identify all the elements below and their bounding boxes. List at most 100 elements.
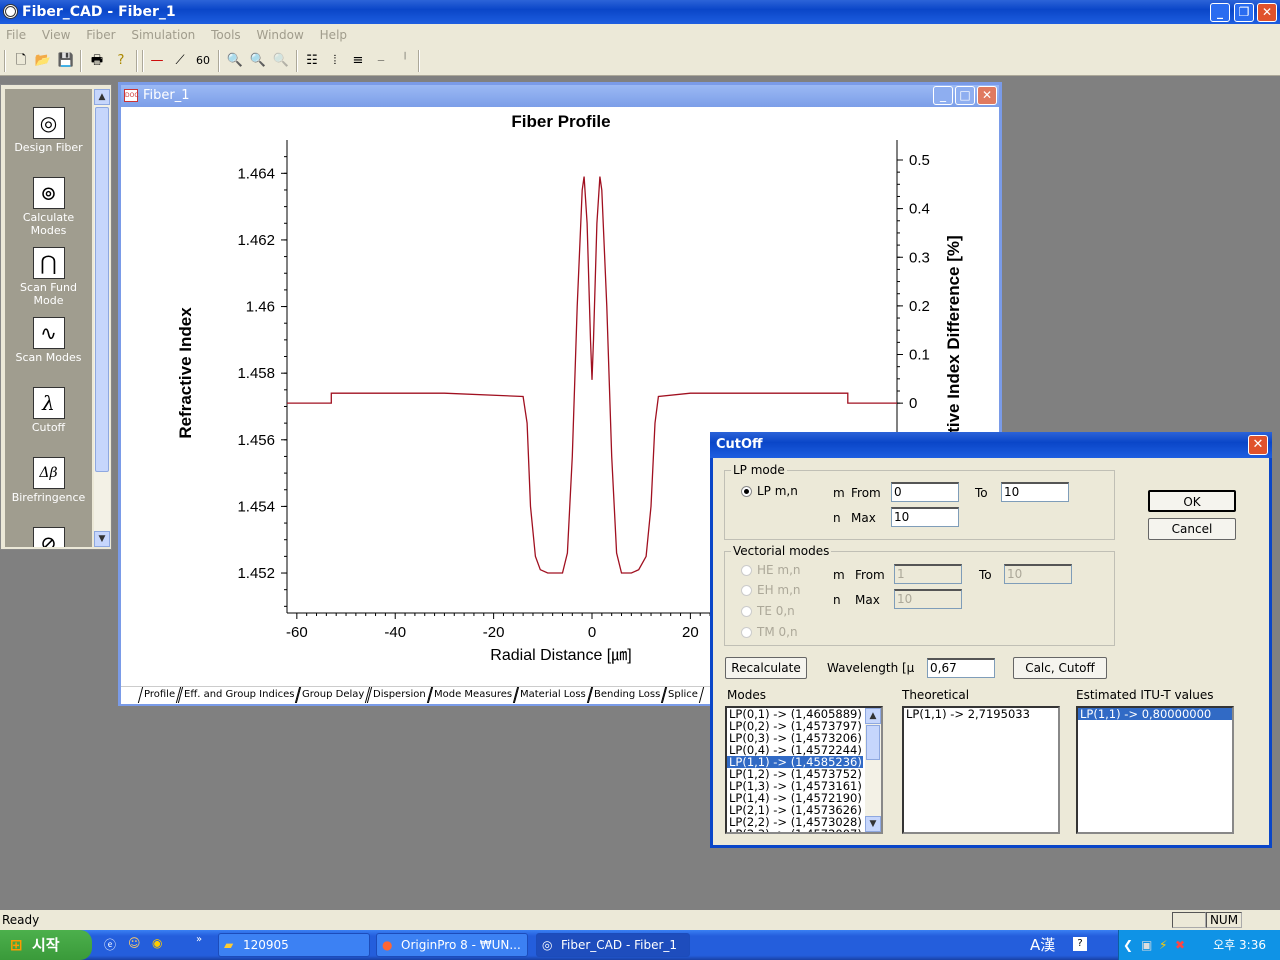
x-tick-label: -60	[286, 624, 308, 641]
lp-to-input[interactable]: 10	[1001, 482, 1069, 502]
messenger-icon[interactable]: ☺	[128, 936, 141, 950]
eh-mn-radio[interactable]	[741, 585, 752, 596]
itu-list[interactable]: LP(1,1) -> 0,80000000	[1076, 706, 1234, 834]
sidebar-item-scan-modes[interactable]: ∿ Scan Modes	[5, 317, 92, 364]
ime-help-icon[interactable]: ?	[1073, 937, 1087, 951]
save-icon[interactable]: 💾	[57, 52, 75, 70]
ie-icon[interactable]: ⓔ	[104, 936, 116, 953]
menu-simulation[interactable]: Simulation	[131, 28, 195, 42]
glasses-icon[interactable]: 60	[194, 52, 212, 70]
te-0n-radio[interactable]	[741, 606, 752, 617]
vec-from-input[interactable]: 1	[894, 564, 962, 584]
list-item[interactable]: LP(1,1) -> 2,7195033	[904, 708, 1058, 720]
vec-max-input[interactable]: 10	[894, 589, 962, 609]
scroll-up-icon[interactable]: ▲	[94, 89, 110, 105]
sidebar-item-birefringence[interactable]: Δβ Birefringence	[5, 457, 92, 504]
sidebar-item-cutoff[interactable]: λ Cutoff	[5, 387, 92, 434]
marker-icon[interactable]: ╵	[396, 52, 414, 70]
tab-dispersion[interactable]: Dispersion	[366, 687, 432, 703]
he-mn-label: HE m,n	[757, 563, 801, 577]
security-icon[interactable]: ✖	[1175, 930, 1185, 960]
tray-app-icon[interactable]: ⚡	[1159, 930, 1167, 960]
doc-minimize-button[interactable]: _	[933, 86, 953, 105]
line-style-icon[interactable]: ⎯	[372, 52, 390, 70]
calc-cutoff-button[interactable]: Calc, Cutoff	[1013, 657, 1107, 679]
vec-to-input[interactable]: 10	[1004, 564, 1072, 584]
list-item[interactable]: LP(2,3) -> (1,4572007)	[727, 828, 881, 832]
doc-maximize-button[interactable]: □	[955, 86, 975, 105]
y2-tick-label: 0	[909, 395, 917, 412]
line-icon[interactable]: —	[148, 52, 166, 70]
sidebar-item-calculate-modes[interactable]: ⊚ Calculate Modes	[5, 177, 92, 237]
app-titlebar: Fiber_CAD - Fiber_1 _ ❐ ✕	[0, 0, 1280, 24]
task-fibercad[interactable]: ◎ Fiber_CAD - Fiber_1	[536, 933, 690, 957]
menu-file[interactable]: File	[6, 28, 26, 42]
scroll-thumb[interactable]	[866, 725, 880, 760]
zoom-in-icon[interactable]: 🔍	[226, 52, 244, 70]
network-icon[interactable]: ▣	[1141, 930, 1152, 960]
tm-0n-radio[interactable]	[741, 627, 752, 638]
restore-button[interactable]: ❐	[1234, 3, 1254, 22]
menu-tools[interactable]: Tools	[211, 28, 241, 42]
modes-list[interactable]: LP(0,1) -> (1,4605889) LP(0,2) -> (1,4573…	[725, 706, 883, 834]
menu-view[interactable]: View	[42, 28, 70, 42]
minimize-button[interactable]: _	[1210, 3, 1230, 22]
tab-profile[interactable]: Profile	[138, 687, 182, 703]
app-title: Fiber_CAD - Fiber_1	[22, 4, 176, 20]
status-text: Ready	[2, 913, 40, 927]
lp-mn-radio[interactable]	[741, 486, 752, 497]
scroll-down-icon[interactable]: ▼	[94, 531, 110, 547]
chrome-icon[interactable]: ◉	[152, 936, 162, 950]
close-button[interactable]: ✕	[1257, 3, 1277, 22]
expand-quicklaunch-icon[interactable]: »	[196, 934, 202, 945]
dialog-close-button[interactable]: ✕	[1248, 435, 1268, 455]
lp-from-input[interactable]: 0	[891, 482, 959, 502]
modes-scrollbar[interactable]: ▲ ▼	[865, 708, 881, 832]
sidebar-scrollbar[interactable]: ▲ ▼	[94, 89, 110, 547]
tab-group-delay[interactable]: Group Delay	[296, 687, 371, 703]
n-label: n	[833, 593, 841, 607]
zoom-out-icon[interactable]: 🔍	[272, 52, 290, 70]
itu-label: Estimated ITU-T values	[1076, 688, 1214, 702]
tray-expand-icon[interactable]: ❮	[1123, 930, 1133, 960]
tab-eff-group-indices[interactable]: Eff. and Group Indices	[177, 687, 301, 703]
horizontal-grid-icon[interactable]: ≡	[349, 52, 367, 70]
tab-splice[interactable]: Splice	[662, 687, 705, 703]
new-icon[interactable]: 🗋	[12, 52, 30, 70]
sidebar-item-design-fiber[interactable]: ◎ Design Fiber	[5, 107, 92, 154]
open-icon[interactable]: 📂	[34, 52, 52, 70]
tab-material-loss[interactable]: Material Loss	[513, 687, 592, 703]
modes-label: Modes	[727, 688, 766, 702]
cancel-button[interactable]: Cancel	[1148, 518, 1236, 540]
ime-indicator[interactable]: A漢	[1030, 930, 1055, 960]
scroll-thumb[interactable]	[95, 107, 109, 472]
zoom-icon[interactable]: 🔍	[249, 52, 267, 70]
scroll-up-icon[interactable]: ▲	[865, 708, 881, 724]
task-originpro[interactable]: ● OriginPro 8 - ₩UN...	[376, 933, 528, 957]
sidebar-item-scan-fund-mode[interactable]: ⋂ Scan Fund Mode	[5, 247, 92, 307]
start-button[interactable]: ⊞ 시작	[0, 930, 92, 960]
task-folder-120905[interactable]: ▰ 120905	[218, 933, 370, 957]
he-mn-radio[interactable]	[741, 565, 752, 576]
menu-fiber[interactable]: Fiber	[86, 28, 115, 42]
wavelength-input[interactable]: 0,67	[927, 658, 995, 678]
theoretical-list[interactable]: LP(1,1) -> 2,7195033	[902, 706, 1060, 834]
vertical-grid-icon[interactable]: ⦙	[326, 52, 344, 70]
app-icon	[3, 4, 18, 19]
tab-mode-measures[interactable]: Mode Measures	[427, 687, 519, 703]
list-item[interactable]: LP(1,1) -> 0,80000000	[1078, 708, 1232, 720]
menu-bar: File View Fiber Simulation Tools Window …	[0, 24, 1280, 46]
tab-bending-loss[interactable]: Bending Loss	[587, 687, 667, 703]
menu-window[interactable]: Window	[257, 28, 304, 42]
help-icon[interactable]: ?	[112, 52, 130, 70]
print-icon[interactable]: 🖶	[88, 52, 106, 70]
scroll-down-icon[interactable]: ▼	[865, 816, 881, 832]
sidebar-item-more[interactable]: ⊘	[5, 527, 92, 547]
menu-help[interactable]: Help	[320, 28, 347, 42]
recalculate-button[interactable]: Recalculate	[725, 657, 807, 679]
lp-max-input[interactable]: 10	[891, 507, 959, 527]
table-icon[interactable]: ☷	[303, 52, 321, 70]
axis-icon[interactable]: ⟋	[171, 52, 189, 70]
doc-close-button[interactable]: ✕	[977, 86, 997, 105]
ok-button[interactable]: OK	[1148, 490, 1236, 512]
